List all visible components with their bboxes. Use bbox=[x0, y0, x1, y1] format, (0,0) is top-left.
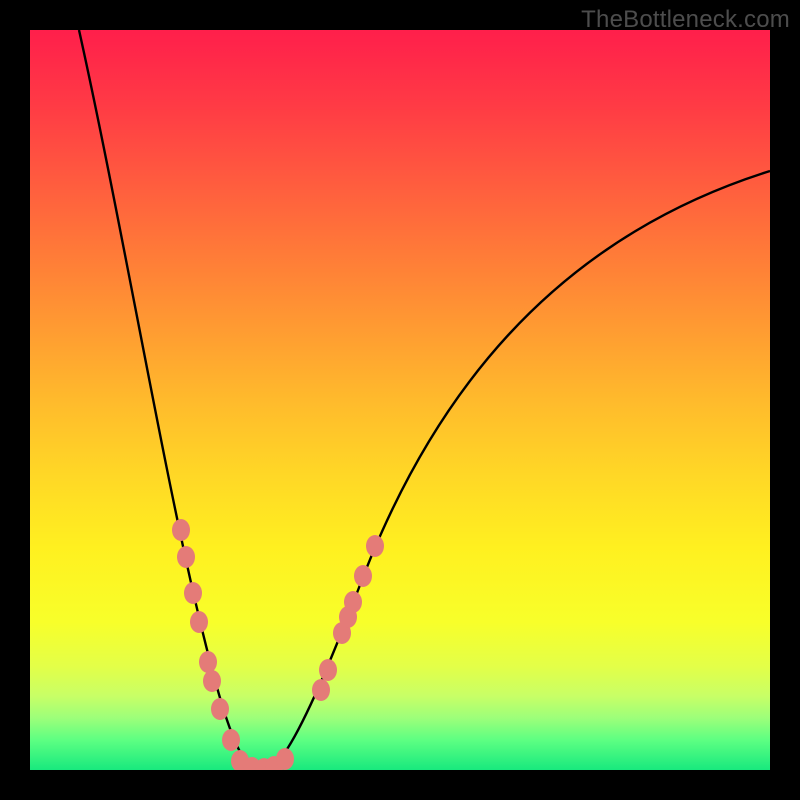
chart-svg bbox=[30, 30, 770, 770]
data-point bbox=[211, 698, 229, 720]
data-point bbox=[312, 679, 330, 701]
data-point bbox=[344, 591, 362, 613]
data-point bbox=[199, 651, 217, 673]
data-point bbox=[276, 748, 294, 770]
dots-right bbox=[312, 535, 384, 701]
data-point bbox=[354, 565, 372, 587]
chart-plot-area bbox=[30, 30, 770, 770]
bottleneck-curve bbox=[79, 30, 770, 769]
data-point bbox=[203, 670, 221, 692]
chart-frame: TheBottleneck.com bbox=[0, 0, 800, 800]
data-point bbox=[177, 546, 195, 568]
data-point bbox=[366, 535, 384, 557]
data-point bbox=[172, 519, 190, 541]
watermark-text: TheBottleneck.com bbox=[581, 6, 790, 34]
data-point bbox=[190, 611, 208, 633]
dots-left bbox=[172, 519, 240, 751]
data-point bbox=[184, 582, 202, 604]
dots-trough bbox=[231, 748, 294, 770]
data-point bbox=[319, 659, 337, 681]
data-point bbox=[222, 729, 240, 751]
